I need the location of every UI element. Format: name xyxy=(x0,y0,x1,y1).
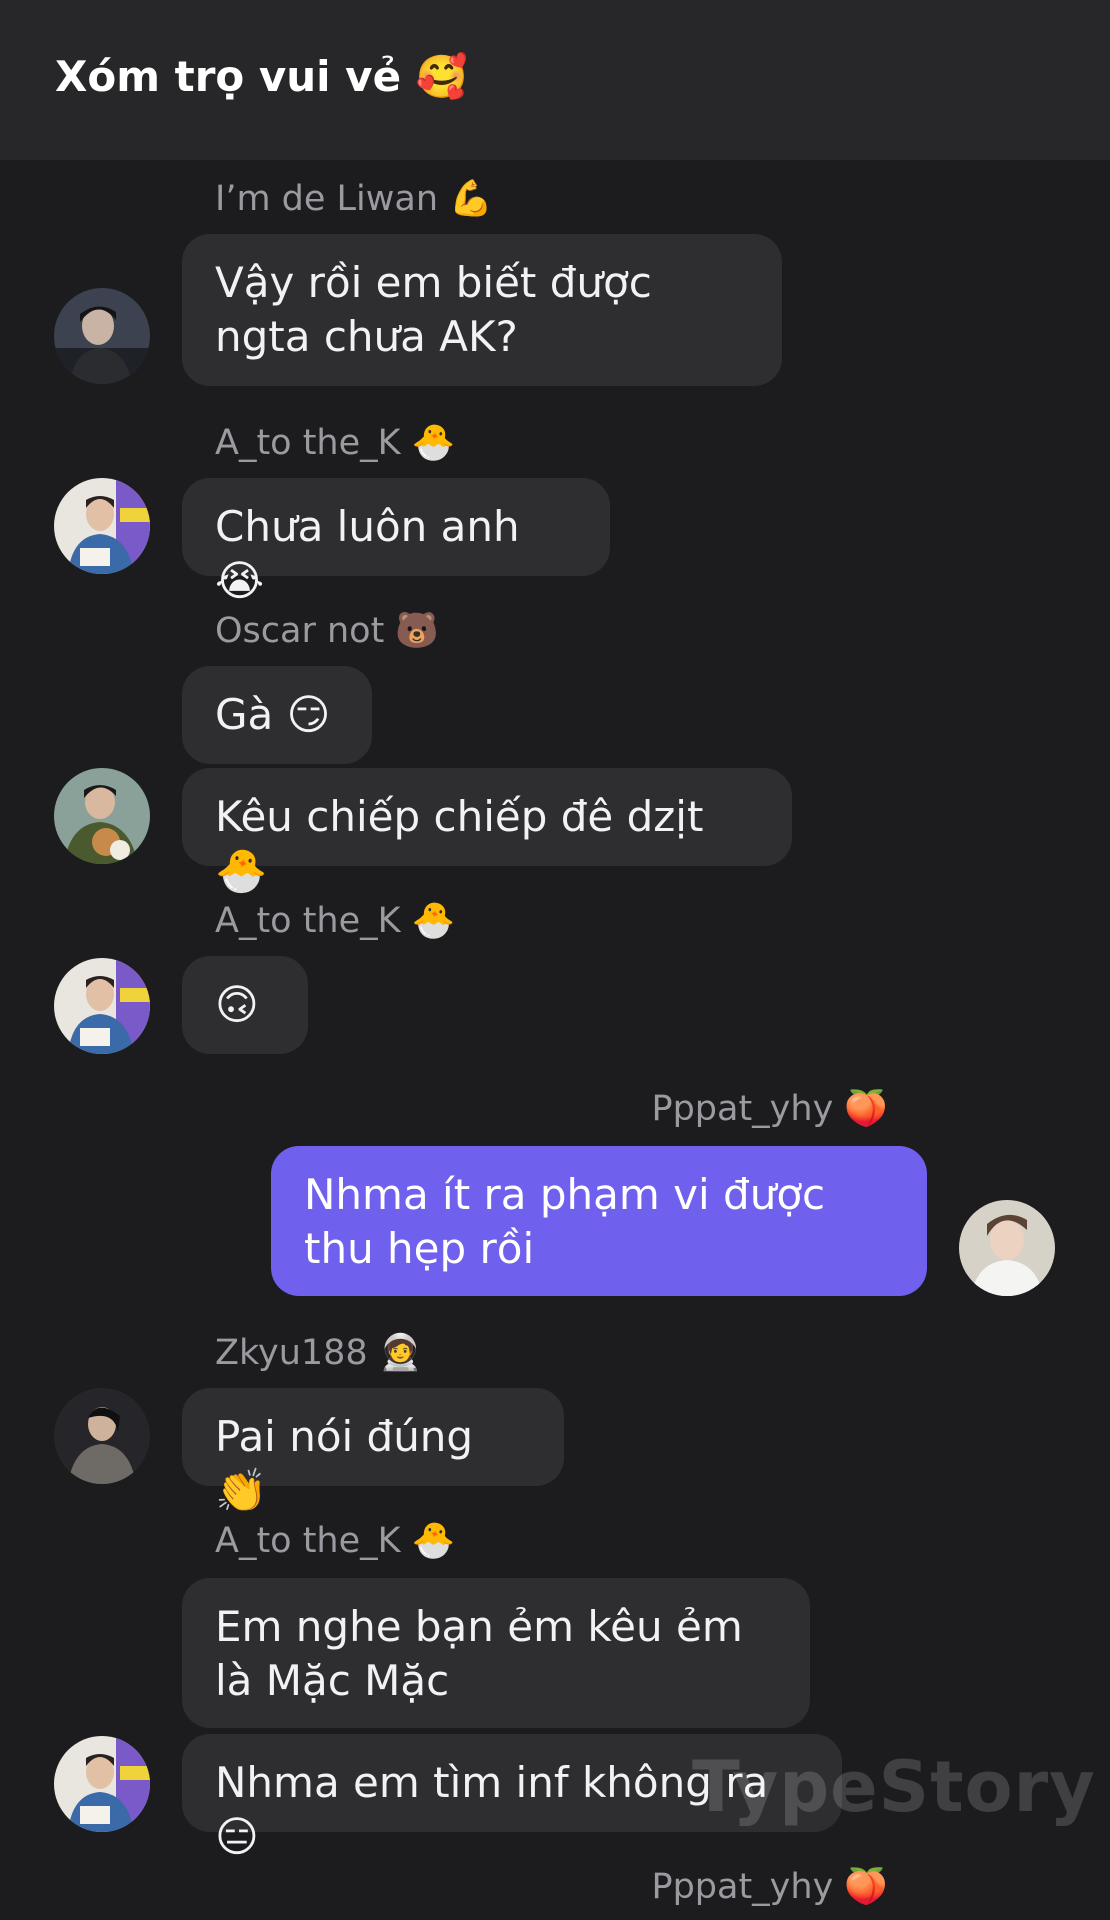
message-bubble[interactable]: Kêu chiếp chiếp đê dzịt 🐣 xyxy=(182,768,792,895)
my-message-bubble[interactable]: Nhma ít ra phạm vi được thu hẹp rồi xyxy=(271,1146,927,1296)
sender-name: I’m de Liwan 💪 xyxy=(215,179,493,219)
chat-header: Xóm trọ vui vẻ 🥰 xyxy=(0,0,1110,160)
avatar[interactable] xyxy=(54,1736,150,1832)
sender-name: Zkyu188 🧑‍🚀 xyxy=(215,1333,423,1373)
message-bubble[interactable]: 🙃 xyxy=(182,956,308,1054)
avatar[interactable] xyxy=(959,1200,1055,1296)
message-bubble[interactable]: Em nghe bạn ẻm kêu ẻm là Mặc Mặc xyxy=(182,1578,810,1728)
avatar[interactable] xyxy=(54,1388,150,1484)
sender-name: Pppat_yhy 🍑 xyxy=(651,1089,888,1129)
watermark: TypeStory xyxy=(692,1746,1096,1828)
sender-name: Oscar not 🐻 xyxy=(215,611,440,651)
message-list[interactable]: I’m de Liwan 💪 Vậy rồi em biết được ngta… xyxy=(0,160,1110,1920)
sender-name: A_to the_K 🐣 xyxy=(215,1521,456,1561)
avatar[interactable] xyxy=(54,288,150,384)
message-bubble[interactable]: Chưa luôn anh 😭 xyxy=(182,478,610,605)
group-title[interactable]: Xóm trọ vui vẻ 🥰 xyxy=(55,52,468,102)
sender-name: A_to the_K 🐣 xyxy=(215,901,456,941)
sender-name: Pppat_yhy 🍑 xyxy=(651,1867,888,1907)
message-bubble[interactable]: Pai nói đúng 👏 xyxy=(182,1388,564,1515)
avatar[interactable] xyxy=(54,958,150,1054)
avatar[interactable] xyxy=(54,768,150,864)
message-bubble[interactable]: Gà 😏 xyxy=(182,666,372,764)
avatar[interactable] xyxy=(54,478,150,574)
sender-name: A_to the_K 🐣 xyxy=(215,423,456,463)
message-bubble[interactable]: Vậy rồi em biết được ngta chưa AK? xyxy=(182,234,782,386)
